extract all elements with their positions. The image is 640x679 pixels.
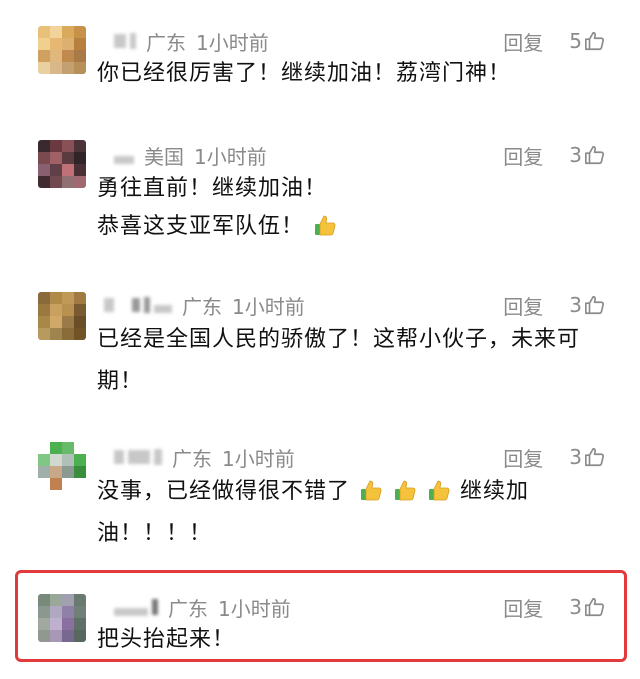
- avatar-pixel: [74, 618, 86, 630]
- like-count: 3: [569, 595, 582, 619]
- username-blurred[interactable]: [152, 599, 158, 615]
- avatar-pixel: [62, 594, 74, 606]
- comment-text: 把头抬起来！: [97, 622, 617, 658]
- comment-actions: 回复 3: [503, 592, 606, 622]
- reply-button[interactable]: 回复: [503, 593, 543, 622]
- avatar-pixel: [50, 594, 62, 606]
- timestamp: 1小时前: [218, 596, 291, 621]
- username-blurred[interactable]: [114, 608, 148, 616]
- avatar-pixel: [62, 606, 74, 618]
- comment-line: 把头抬起来！: [97, 627, 236, 652]
- thumbs-up-outline-icon: [585, 597, 605, 617]
- avatar-pixel: [62, 618, 74, 630]
- avatar-pixel: [50, 618, 62, 630]
- avatar-pixel: [38, 594, 50, 606]
- comment-item: 广东 1小时前 回复 3 把头抬起来！: [0, 0, 640, 670]
- avatar-pixel: [50, 630, 62, 642]
- location-label: 广东: [168, 596, 208, 621]
- avatar-pixel: [50, 606, 62, 618]
- avatar-pixel: [74, 630, 86, 642]
- avatar-pixel: [74, 606, 86, 618]
- comment-meta: 广东 1小时前: [100, 592, 291, 622]
- avatar[interactable]: [38, 594, 86, 642]
- avatar-pixel: [38, 606, 50, 618]
- avatar-pixel: [62, 630, 74, 642]
- like-button[interactable]: 3: [569, 595, 606, 619]
- avatar-pixel: [74, 594, 86, 606]
- avatar-pixel: [38, 618, 50, 630]
- avatar-pixel: [38, 630, 50, 642]
